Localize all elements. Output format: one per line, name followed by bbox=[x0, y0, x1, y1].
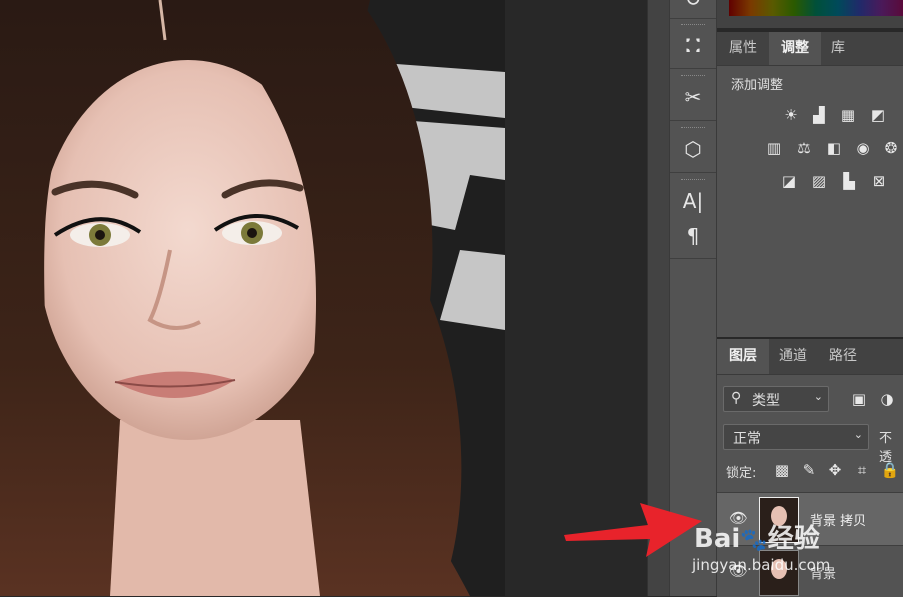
portrait-photo: Pi bbox=[0, 0, 505, 596]
watermark-brand-suffix: 经验 bbox=[767, 524, 820, 554]
character-icon[interactable]: A| bbox=[670, 184, 716, 218]
clone-source-icon[interactable]: ⛚ bbox=[670, 28, 716, 62]
tab-adjustments[interactable]: 调整 bbox=[769, 32, 821, 65]
blend-mode-value: 正常 bbox=[733, 431, 761, 447]
tab-channels[interactable]: 通道 bbox=[767, 339, 819, 374]
layers-tabbar: 图层 通道 路径 bbox=[717, 339, 903, 375]
lock-all-icon[interactable]: 🔒 bbox=[880, 460, 900, 480]
3d-icon[interactable]: ⬡ bbox=[670, 132, 716, 166]
tab-libraries[interactable]: 库 bbox=[819, 32, 857, 65]
tool-presets-icon[interactable]: ✂ bbox=[670, 80, 716, 114]
baidu-watermark: Bai🐾经验 bbox=[694, 518, 820, 555]
vibrance-icon[interactable]: ▥ bbox=[764, 138, 784, 158]
invert-icon[interactable]: ◪ bbox=[779, 171, 799, 191]
channel-mixer-icon[interactable]: ❂ bbox=[881, 138, 901, 158]
lock-artboard-icon[interactable]: ⌗ bbox=[852, 460, 872, 480]
gradient-map-icon[interactable]: ⊠ bbox=[869, 171, 889, 191]
chevron-down-icon: ⌄ bbox=[813, 390, 823, 403]
lock-position-icon[interactable]: ✥ bbox=[825, 460, 845, 480]
black-white-icon[interactable]: ◧ bbox=[824, 138, 844, 158]
layer-filter-value: 类型 bbox=[752, 393, 780, 409]
brightness-icon[interactable]: ☀ bbox=[781, 105, 801, 125]
exposure-icon[interactable]: ◩ bbox=[868, 105, 888, 125]
red-arrow-annotation bbox=[564, 503, 702, 557]
posterize-icon[interactable]: ▨ bbox=[809, 171, 829, 191]
chevron-down-icon: ⌄ bbox=[853, 428, 863, 441]
curves-icon[interactable]: ▦ bbox=[838, 105, 858, 125]
color-balance-icon[interactable]: ⚖ bbox=[794, 138, 814, 158]
tab-paths[interactable]: 路径 bbox=[817, 339, 869, 374]
add-adjustment-heading: 添加调整 bbox=[731, 78, 784, 93]
lock-label: 锁定: bbox=[726, 466, 757, 481]
search-icon: ⚲ bbox=[731, 390, 742, 406]
tab-layers[interactable]: 图层 bbox=[717, 339, 769, 374]
lock-transparency-icon[interactable]: ▩ bbox=[772, 460, 792, 480]
image-filter-icon[interactable]: ▣ bbox=[849, 389, 869, 409]
blend-mode-select[interactable]: 正常 ⌄ bbox=[723, 424, 869, 450]
levels-icon[interactable]: ▟ bbox=[809, 105, 829, 125]
adjustment-filter-icon[interactable]: ◑ bbox=[877, 389, 897, 409]
color-ramp[interactable] bbox=[729, 0, 903, 16]
photo-filter-icon[interactable]: ◉ bbox=[853, 138, 873, 158]
layer-filter-select[interactable]: ⚲ 类型 ⌄ bbox=[723, 386, 829, 412]
adjustments-tabbar: 属性 调整 库 bbox=[717, 32, 903, 66]
watermark-brand: Bai bbox=[694, 524, 741, 554]
rotate-tool-icon[interactable]: ↻ bbox=[670, 0, 716, 16]
paragraph-icon[interactable]: ¶ bbox=[670, 219, 716, 253]
document-canvas[interactable]: Pi bbox=[0, 0, 647, 596]
paw-icon: 🐾 bbox=[740, 528, 768, 553]
adjustments-panel: 属性 调整 库 添加调整 ☀ ▟ ▦ ◩ ▥ ⚖ ◧ ◉ ❂ ◪ ▨ ▙ ⊠ bbox=[717, 32, 903, 337]
tab-properties[interactable]: 属性 bbox=[717, 32, 769, 65]
lock-pixels-icon[interactable]: ✎ bbox=[799, 460, 819, 480]
watermark-url: jingyan.baidu.com bbox=[692, 556, 831, 574]
threshold-icon[interactable]: ▙ bbox=[839, 171, 859, 191]
color-panel bbox=[717, 0, 903, 28]
